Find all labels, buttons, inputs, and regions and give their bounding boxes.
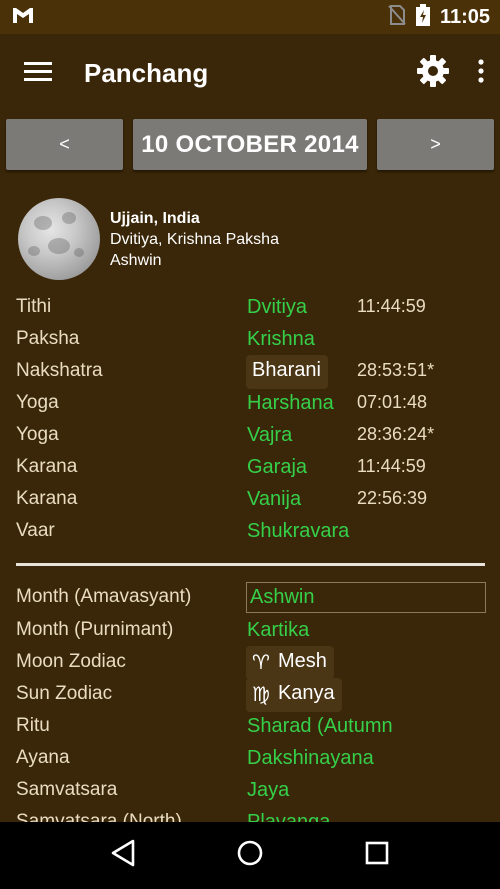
row-ayana: Ayana Dakshinayana bbox=[0, 743, 500, 775]
row-label: Tithi bbox=[16, 296, 52, 317]
tithi-value[interactable]: Dvitiya bbox=[247, 296, 307, 319]
date-navigation: < 10 OCTOBER 2014 > bbox=[6, 119, 494, 170]
back-icon[interactable] bbox=[110, 839, 136, 872]
row-end-time: 28:36:24* bbox=[357, 424, 435, 444]
system-navigation-bar bbox=[0, 822, 500, 889]
karana-value[interactable]: Vanija bbox=[247, 488, 301, 511]
gmail-icon bbox=[12, 6, 34, 29]
month-amavasyant-value[interactable]: Ashwin bbox=[246, 582, 486, 613]
row-moon-zodiac: Moon Zodiac ♈ Mesh bbox=[0, 646, 500, 680]
moon-zodiac-value: Mesh bbox=[277, 650, 327, 672]
row-samvatsara: Samvatsara Jaya bbox=[0, 775, 500, 807]
status-time: 11:05 bbox=[439, 5, 490, 28]
row-karana-2: Karana Vanija 22:56:39 bbox=[0, 484, 500, 516]
row-yoga-2: Yoga Vajra 28:36:24* bbox=[0, 420, 500, 452]
row-label: Paksha bbox=[16, 328, 80, 349]
no-sim-icon bbox=[388, 4, 406, 30]
previous-day-button[interactable]: < bbox=[6, 119, 123, 170]
row-label: Ritu bbox=[16, 715, 50, 736]
nakshatra-chip[interactable]: Bharani bbox=[246, 355, 328, 389]
row-karana: Karana Garaja 11:44:59 bbox=[0, 452, 500, 484]
yoga-value[interactable]: Harshana bbox=[247, 392, 334, 415]
row-end-time: 22:56:39 bbox=[357, 488, 428, 508]
menu-icon[interactable] bbox=[24, 60, 52, 87]
row-label: Samvatsara bbox=[16, 779, 118, 800]
row-nakshatra: Nakshatra Bharani 28:53:51* bbox=[0, 355, 500, 389]
section-divider bbox=[16, 563, 485, 566]
row-end-time: 11:44:59 bbox=[357, 456, 426, 476]
row-vaar: Vaar Shukravara bbox=[0, 516, 500, 548]
location-city: Ujjain, India bbox=[110, 209, 200, 227]
row-label: Month (Amavasyant) bbox=[16, 586, 192, 607]
row-label: Yoga bbox=[16, 392, 59, 413]
row-label: Nakshatra bbox=[16, 360, 103, 381]
aries-icon: ♈ bbox=[252, 652, 270, 674]
row-sun-zodiac: Sun Zodiac ♍ Kanya bbox=[0, 678, 500, 712]
row-yoga: Yoga Harshana 07:01:48 bbox=[0, 388, 500, 420]
ritu-value[interactable]: Sharad (Autumn bbox=[247, 715, 393, 738]
ayana-value[interactable]: Dakshinayana bbox=[247, 747, 374, 770]
sun-zodiac-chip[interactable]: ♍ Kanya bbox=[246, 678, 342, 712]
recents-icon[interactable] bbox=[364, 840, 390, 871]
row-label: Moon Zodiac bbox=[16, 651, 126, 672]
app-bar: Panchang bbox=[0, 34, 500, 112]
more-options-icon[interactable] bbox=[478, 58, 484, 88]
row-month-amavasyant: Month (Amavasyant) Ashwin bbox=[0, 582, 500, 614]
vaar-value[interactable]: Shukravara bbox=[247, 520, 349, 543]
row-end-time: 07:01:48 bbox=[357, 392, 428, 412]
sun-zodiac-value: Kanya bbox=[277, 682, 335, 704]
status-bar: 11:05 bbox=[0, 0, 500, 34]
row-label: Karana bbox=[16, 488, 78, 509]
virgo-icon: ♍ bbox=[252, 684, 270, 706]
date-button[interactable]: 10 OCTOBER 2014 bbox=[133, 119, 367, 170]
row-end-time: 11:44:59 bbox=[357, 296, 426, 316]
location-summary: Ujjain, India Dvitiya, Krishna Paksha As… bbox=[18, 196, 488, 282]
month-purnimant-value[interactable]: Kartika bbox=[247, 619, 309, 642]
paksha-value[interactable]: Krishna bbox=[247, 328, 315, 351]
battery-icon bbox=[415, 3, 430, 31]
next-day-button[interactable]: > bbox=[377, 119, 494, 170]
yoga-value[interactable]: Vajra bbox=[247, 424, 292, 447]
row-label: Ayana bbox=[16, 747, 70, 768]
home-icon[interactable] bbox=[236, 839, 264, 872]
row-label: Sun Zodiac bbox=[16, 683, 113, 704]
location-tithi-paksha: Dvitiya, Krishna Paksha bbox=[110, 230, 279, 248]
location-month: Ashwin bbox=[110, 251, 162, 269]
gear-icon[interactable] bbox=[416, 54, 450, 93]
row-end-time: 28:53:51* bbox=[357, 360, 435, 380]
row-label: Yoga bbox=[16, 424, 59, 445]
moon-zodiac-chip[interactable]: ♈ Mesh bbox=[246, 646, 334, 680]
row-label: Karana bbox=[16, 456, 78, 477]
row-ritu: Ritu Sharad (Autumn bbox=[0, 711, 500, 743]
row-label: Vaar bbox=[16, 520, 55, 541]
row-paksha: Paksha Krishna bbox=[0, 324, 500, 356]
page-title: Panchang bbox=[84, 57, 209, 88]
row-label: Month (Purnimant) bbox=[16, 619, 174, 640]
samvatsara-value[interactable]: Jaya bbox=[247, 779, 289, 802]
nakshatra-value: Bharani bbox=[252, 359, 321, 381]
row-tithi: Tithi Dvitiya 11:44:59 bbox=[0, 292, 500, 324]
karana-value[interactable]: Garaja bbox=[247, 456, 307, 479]
row-month-purnimant: Month (Purnimant) Kartika bbox=[0, 615, 500, 647]
moon-phase-icon bbox=[18, 198, 100, 280]
